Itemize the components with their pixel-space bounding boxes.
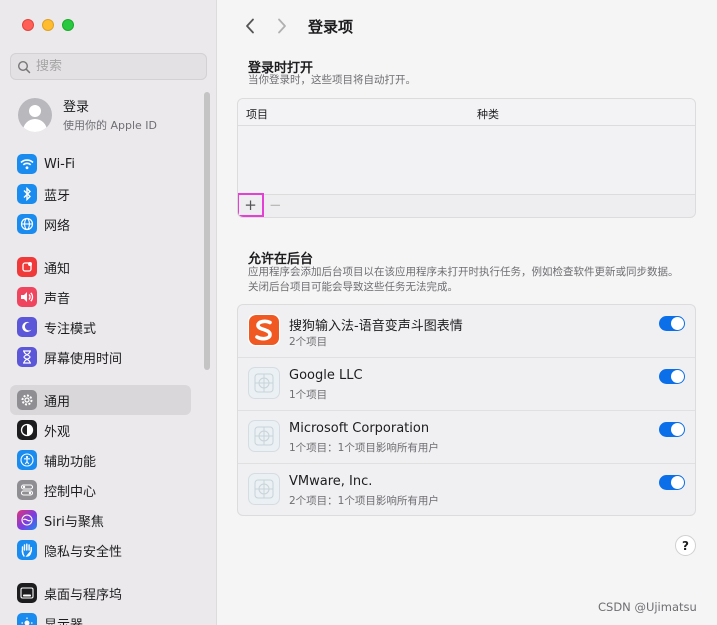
login-section-description: 当你登录时，这些项目将自动打开。 [248,74,416,86]
bell-icon [17,257,37,277]
app-generic-icon [248,367,280,399]
account-subtitle: 使用你的 Apple ID [63,119,158,132]
sidebar-item-label: 声音 [44,291,71,307]
list-item: Google LLC 1个项目 [238,358,695,411]
main-panel: 登录项 登录时打开 当你登录时，这些项目将自动打开。 项目 种类 + − 允许在… [218,0,717,625]
background-items-list: 搜狗输入法-语音变声斗图表情 2个项目 Google LLC 1个项目 Micr… [237,304,696,516]
sidebar-item-label: 外观 [44,424,71,440]
hand-icon [17,540,37,560]
window-controls [22,19,74,31]
settings-window: 登录 使用你的 Apple ID Wi-Fi 蓝牙 网络 [0,0,717,625]
control-center-icon [17,480,37,500]
sidebar-item-screen-time[interactable]: 屏幕使用时间 [10,342,191,372]
app-generic-icon [248,473,280,505]
zoom-button[interactable] [62,19,74,31]
sogou-icon [248,314,280,346]
app-name: VMware, Inc. [289,474,373,489]
background-toggle[interactable] [659,422,685,437]
column-header-item[interactable]: 项目 [246,106,268,122]
sidebar: 登录 使用你的 Apple ID Wi-Fi 蓝牙 网络 [0,0,217,625]
account-item[interactable]: 登录 使用你的 Apple ID [18,96,157,133]
back-button[interactable] [238,14,262,38]
siri-icon [17,510,37,530]
search-icon [17,60,31,73]
sidebar-item-sound[interactable]: 声音 [10,282,191,312]
wifi-icon [17,154,37,174]
list-item: VMware, Inc. 2个项目：1个项目影响所有用户 [238,464,695,515]
sidebar-item-label: 通知 [44,261,71,277]
sidebar-item-label: 隐私与安全性 [44,544,123,560]
close-button[interactable] [22,19,34,31]
chevron-right-icon [278,18,286,34]
app-subtitle: 1个项目：1个项目影响所有用户 [289,442,439,454]
sidebar-item-label: Siri与聚焦 [44,514,104,530]
sidebar-item-label: 屏幕使用时间 [44,351,123,367]
toolbar: 登录项 [238,14,353,38]
background-toggle[interactable] [659,369,685,384]
sidebar-item-label: 辅助功能 [44,454,97,470]
table-body [238,126,695,194]
globe-icon [17,214,37,234]
table-header: 项目 种类 [238,99,695,126]
dock-icon [17,583,37,603]
avatar [18,97,52,132]
sidebar-item-desktop-dock[interactable]: 桌面与程序坞 [10,578,191,608]
sidebar-item-bluetooth[interactable]: 蓝牙 [10,179,191,209]
column-header-kind[interactable]: 种类 [477,106,499,122]
background-toggle[interactable] [659,475,685,490]
sidebar-item-label: 控制中心 [44,484,97,500]
watermark: CSDN @Ujimatsu [598,600,697,614]
app-subtitle: 2个项目：1个项目影响所有用户 [289,495,439,507]
sidebar-item-label: 蓝牙 [44,188,71,204]
sidebar-item-focus[interactable]: 专注模式 [10,312,191,342]
moon-icon [17,317,37,337]
sidebar-item-accessibility[interactable]: 辅助功能 [10,445,191,475]
table-footer: + − [238,193,695,217]
sidebar-scrollbar[interactable] [204,92,210,370]
sidebar-item-network[interactable]: 网络 [10,209,191,239]
accessibility-icon [17,450,37,470]
app-name: Google LLC [289,368,363,383]
remove-login-item-button[interactable]: − [269,196,282,214]
help-button[interactable]: ? [675,535,696,556]
gear-icon [17,390,37,410]
display-icon [17,613,37,625]
search-box[interactable] [10,53,207,80]
appearance-icon [17,420,37,440]
page-title: 登录项 [308,17,354,36]
background-section-description: 应用程序会添加后台项目以在该应用程序未打开时执行任务，例如检查软件更新或同步数据… [248,266,679,293]
sidebar-item-label: 专注模式 [44,321,97,337]
app-generic-icon [248,420,280,452]
sidebar-item-privacy[interactable]: 隐私与安全性 [10,535,191,565]
add-login-item-button[interactable]: + [238,193,264,217]
background-toggle[interactable] [659,316,685,331]
app-name: Microsoft Corporation [289,421,430,436]
sidebar-item-wifi[interactable]: Wi-Fi [10,149,191,179]
sidebar-item-label: 显示器 [44,617,84,625]
login-items-table: 项目 种类 + − [237,98,696,218]
sidebar-item-appearance[interactable]: 外观 [10,415,191,445]
list-item: 搜狗输入法-语音变声斗图表情 2个项目 [238,305,695,358]
chevron-left-icon [246,18,254,34]
bluetooth-icon [17,184,37,204]
hourglass-icon [17,347,37,367]
sidebar-item-label: 通用 [44,394,71,410]
account-title: 登录 [63,100,90,115]
minimize-button[interactable] [42,19,54,31]
sidebar-item-label: 网络 [44,218,71,234]
app-name: 搜狗输入法-语音变声斗图表情 [289,319,463,334]
app-subtitle: 2个项目 [289,336,328,348]
list-item: Microsoft Corporation 1个项目：1个项目影响所有用户 [238,411,695,464]
search-input[interactable] [36,59,186,74]
sidebar-item-label: 桌面与程序坞 [44,587,123,603]
sidebar-item-general[interactable]: 通用 [10,385,191,415]
speaker-icon [17,287,37,307]
app-subtitle: 1个项目 [289,389,328,401]
sidebar-item-notifications[interactable]: 通知 [10,252,191,282]
sidebar-item-control-center[interactable]: 控制中心 [10,475,191,505]
sidebar-item-displays[interactable]: 显示器 [10,608,191,625]
sidebar-item-siri[interactable]: Siri与聚焦 [10,505,191,535]
forward-button[interactable] [270,14,294,38]
sidebar-item-label: Wi-Fi [44,156,76,172]
